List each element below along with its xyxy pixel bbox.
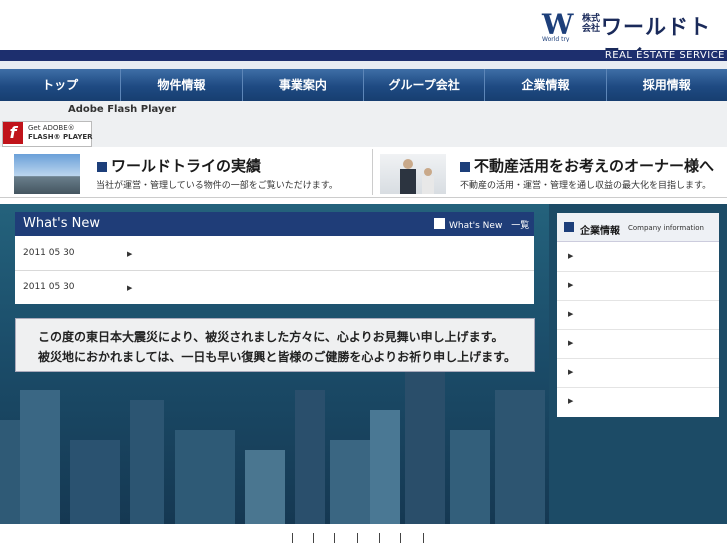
footer-separator: [334, 533, 335, 543]
business-people-thumbnail: [380, 154, 446, 194]
arrow-right-icon: ▶: [127, 250, 133, 258]
footer-separator: [292, 533, 293, 543]
square-bullet-icon: [97, 162, 107, 172]
arrow-right-icon: ▶: [568, 397, 574, 405]
arrow-right-icon: ▶: [568, 310, 574, 318]
flash-badge-line1: Get ADOBE®: [28, 124, 75, 132]
logo-company-type: 株式 会社: [582, 14, 601, 34]
footer-separator: [400, 533, 401, 543]
whats-new-title: What's New: [23, 216, 100, 231]
news-item[interactable]: [15, 237, 534, 271]
nav-item-recruit[interactable]: 採用情報: [607, 69, 727, 101]
buildings-thumbnail: [14, 154, 80, 194]
square-bullet-icon: [460, 162, 470, 172]
company-link-1[interactable]: [557, 242, 719, 272]
header-strip: [0, 61, 727, 69]
arrow-right-icon: ▶: [568, 252, 574, 260]
flash-badge-line2: FLASH® PLAYER: [28, 133, 93, 141]
footer-separator: [357, 533, 358, 543]
company-info-title: 企業情報: [580, 226, 620, 237]
nav-item-properties[interactable]: 物件情報: [121, 69, 243, 101]
footer-separator: [379, 533, 380, 543]
news-date: 2011 05 30: [23, 248, 75, 258]
flash-title: Adobe Flash Player: [68, 104, 177, 115]
logo-w-icon[interactable]: W World try: [540, 8, 576, 42]
footer: [0, 524, 727, 545]
news-date: 2011 05 30: [23, 282, 75, 292]
arrow-right-icon: ▶: [127, 284, 133, 292]
company-link-6[interactable]: [557, 387, 719, 416]
arrow-right-icon: ▶: [568, 368, 574, 376]
arrow-right-icon: ▶: [568, 281, 574, 289]
notice-line-1: この度の東日本大震災により、被災されました方々に、心よりお見舞い申し上げます。: [38, 330, 504, 344]
results-banner-title: ワールドトライの実績: [97, 155, 261, 176]
footer-separator: [313, 533, 314, 543]
company-link-4[interactable]: [557, 329, 719, 359]
owners-banner-title: 不動産活用をお考えのオーナー様へ: [460, 155, 714, 176]
results-banner-subtitle: 当社が運営・管理している物件の一部をご覧いただけます。: [96, 181, 338, 191]
svg-text:World try: World try: [542, 36, 570, 42]
nav-item-group[interactable]: グループ会社: [364, 69, 486, 101]
owners-title-text: 不動産活用をお考えのオーナー様へ: [474, 157, 715, 175]
nav-item-top[interactable]: トップ: [0, 69, 122, 101]
service-tagline: REAL ESTATE SERVICE: [604, 50, 725, 61]
arrow-box-icon: [434, 218, 445, 229]
arrow-right-icon: ▶: [568, 339, 574, 347]
results-title-text: ワールドトライの実績: [111, 157, 262, 175]
nav-item-company[interactable]: 企業情報: [485, 69, 607, 101]
owners-banner-subtitle: 不動産の活用・運営・管理を通し収益の最大化を目指します。: [460, 181, 712, 191]
company-link-2[interactable]: [557, 271, 719, 301]
company-link-3[interactable]: [557, 300, 719, 330]
main-nav: トップ 物件情報 事業案内 グループ会社 企業情報 採用情報: [0, 69, 727, 101]
news-item[interactable]: [15, 271, 534, 304]
company-info-subtitle: Company information: [628, 224, 704, 232]
flash-icon: f: [3, 122, 23, 144]
footer-separator: [423, 533, 424, 543]
nav-item-business[interactable]: 事業案内: [243, 69, 364, 101]
notice-line-2: 被災地におかれましては、一日も早い復興と皆様のご健勝を心よりお祈り申し上げます。: [38, 350, 516, 364]
whats-new-list-link[interactable]: What's New 一覧: [449, 218, 529, 231]
company-link-5[interactable]: [557, 358, 719, 388]
arrow-box-icon: [564, 222, 574, 232]
